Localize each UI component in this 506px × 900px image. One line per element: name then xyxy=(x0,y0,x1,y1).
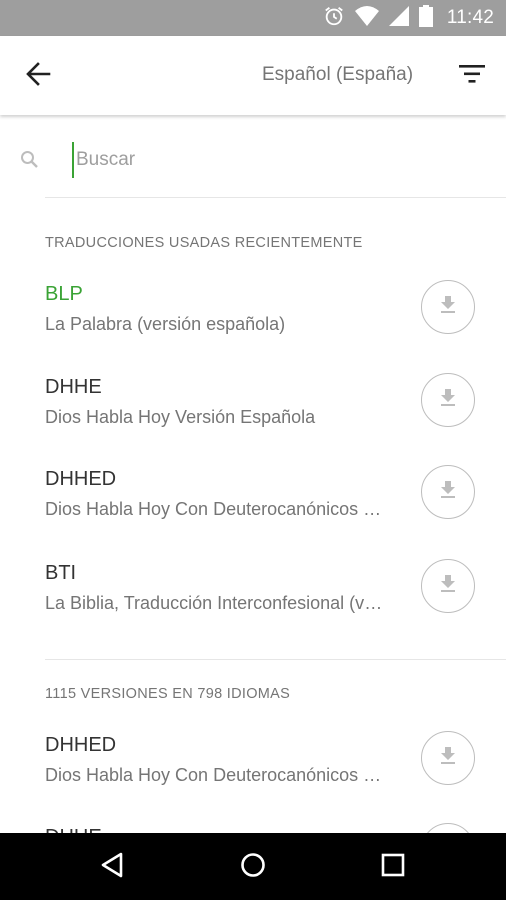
wifi-icon xyxy=(354,5,379,32)
divider xyxy=(45,659,506,660)
alarm-icon xyxy=(323,5,345,32)
list-item[interactable]: BLP La Palabra (versión española) xyxy=(0,280,506,375)
list-item[interactable]: DHHED Dios Habla Hoy Con Deuterocanónico… xyxy=(0,731,506,826)
download-button[interactable] xyxy=(421,559,475,613)
version-abbr: BLP xyxy=(45,283,83,305)
version-name: Dios Habla Hoy Versión Española xyxy=(45,407,316,427)
download-button[interactable] xyxy=(421,280,475,334)
version-abbr: BTI xyxy=(45,562,77,584)
version-abbr: DHHE xyxy=(45,376,102,398)
list-item[interactable]: DHHED Dios Habla Hoy Con Deuterocanónico… xyxy=(0,465,506,560)
nav-home-icon xyxy=(240,852,266,883)
app-bar: Español (España) xyxy=(0,36,506,115)
download-button[interactable] xyxy=(421,465,475,519)
download-icon xyxy=(440,574,456,598)
version-name: La Biblia, Traducción Interconfesional (… xyxy=(45,593,390,613)
back-button[interactable] xyxy=(14,54,62,98)
download-icon xyxy=(440,480,456,504)
recent-section-header: TRADUCCIONES USADAS RECIENTEMENTE xyxy=(45,235,363,251)
download-icon xyxy=(440,388,456,412)
filter-icon xyxy=(459,64,485,88)
status-bar: 11:42 xyxy=(0,0,506,36)
all-versions-section-header: 1115 VERSIONES EN 798 IDIOMAS xyxy=(45,686,291,702)
system-nav-bar xyxy=(0,833,506,900)
battery-icon xyxy=(418,4,433,32)
status-icons: 11:42 xyxy=(323,0,494,36)
list-item[interactable]: DHHE Dios Habla Hoy Versión Española xyxy=(0,373,506,468)
back-arrow-icon xyxy=(25,61,51,91)
download-button[interactable] xyxy=(421,731,475,785)
language-title[interactable]: Español (España) xyxy=(262,64,413,86)
nav-back-button[interactable] xyxy=(90,845,134,889)
nav-home-button[interactable] xyxy=(231,845,275,889)
divider xyxy=(45,197,506,198)
version-name: Dios Habla Hoy Con Deuterocanónicos Vers… xyxy=(45,499,390,519)
download-icon xyxy=(440,295,456,319)
version-name: La Palabra (versión española) xyxy=(45,314,286,334)
download-button[interactable] xyxy=(421,373,475,427)
nav-back-icon xyxy=(99,852,125,883)
list-item[interactable]: BTI La Biblia, Traducción Interconfesion… xyxy=(0,559,506,654)
search-input[interactable] xyxy=(72,142,472,178)
download-icon xyxy=(440,746,456,770)
signal-icon xyxy=(388,5,409,31)
nav-recents-icon xyxy=(381,853,405,882)
version-name: Dios Habla Hoy Con Deuterocanónicos Vers… xyxy=(45,765,390,785)
search-row xyxy=(0,120,506,198)
status-time: 11:42 xyxy=(446,7,494,28)
nav-recents-button[interactable] xyxy=(371,845,415,889)
search-icon xyxy=(20,150,40,175)
filter-button[interactable] xyxy=(446,54,498,98)
version-abbr: DHHED xyxy=(45,734,117,756)
version-abbr: DHHED xyxy=(45,468,117,490)
